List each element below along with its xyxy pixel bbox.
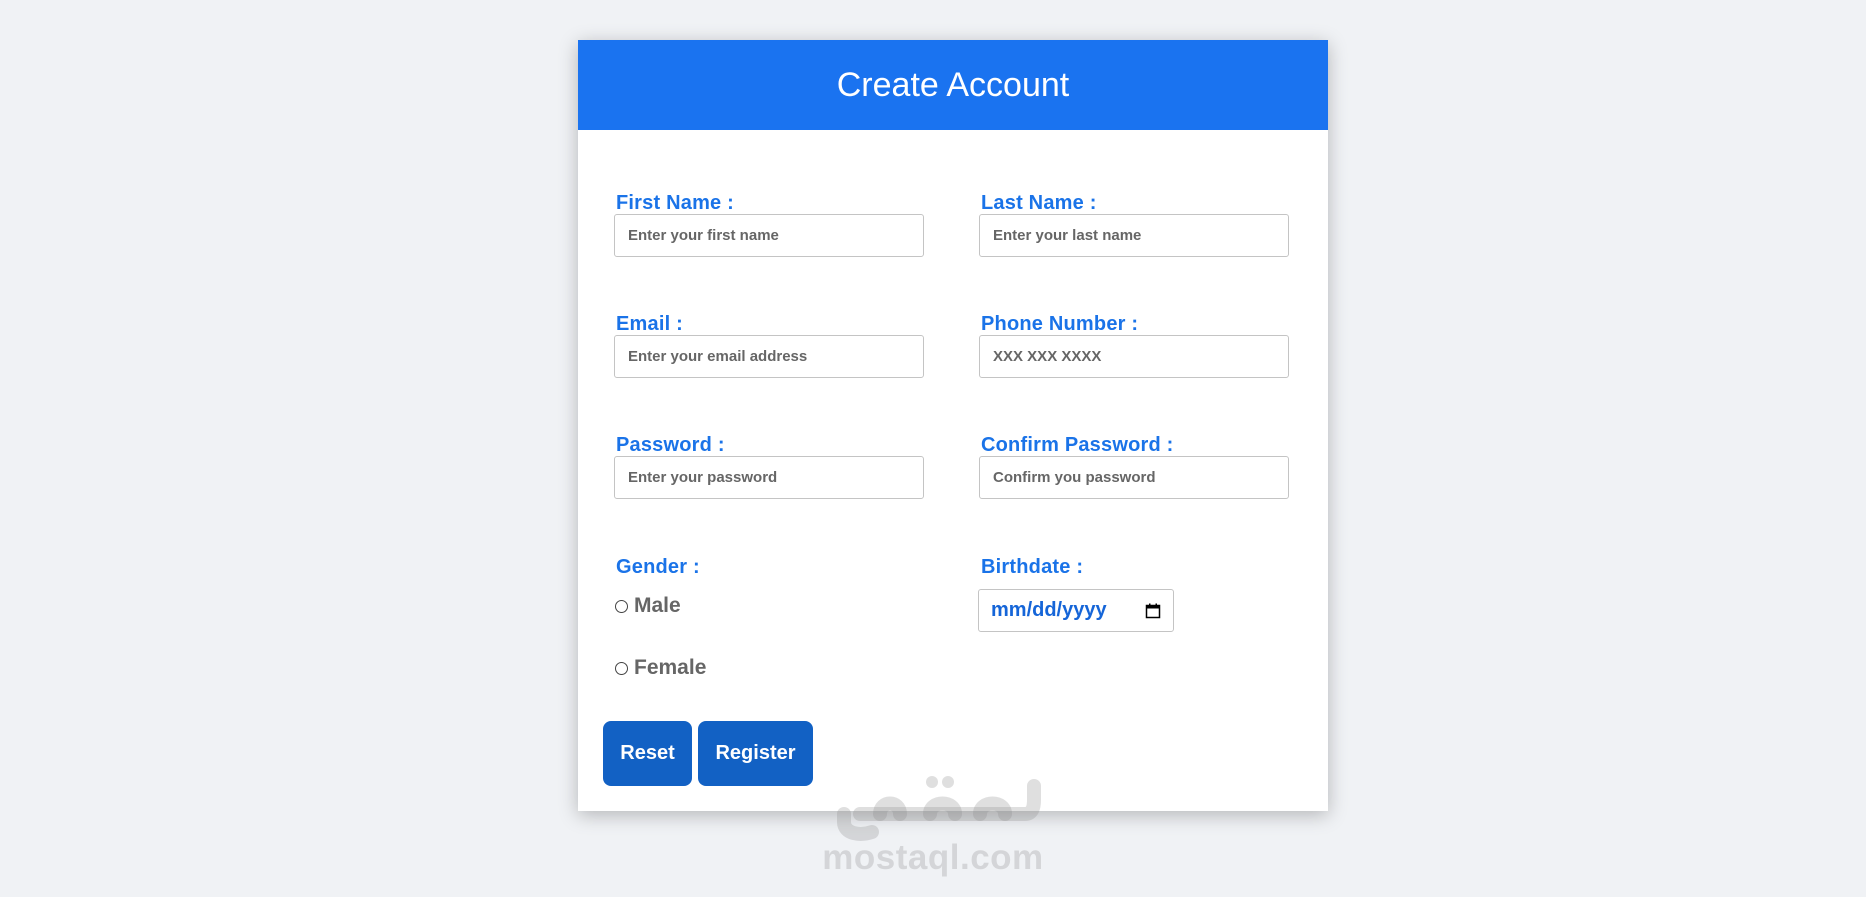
phone-input[interactable] [979,335,1289,378]
gender-label: Gender : [616,556,700,578]
page-title: Create Account [836,65,1070,104]
birthdate-label: Birthdate : [981,556,1084,578]
male-radio[interactable] [615,599,628,613]
phone-label: Phone Number : [981,313,1139,335]
password-input[interactable] [614,456,924,499]
password-label: Password : [616,434,725,456]
birthdate-input[interactable]: mm/dd/yyyy [978,589,1174,632]
confirm-password-label: Confirm Password : [981,434,1174,456]
male-radio-label: Male [634,594,681,617]
female-radio-label: Female [634,656,707,679]
registration-card: Create Account First Name : Last Name : … [578,40,1328,811]
birthdate-placeholder: mm/dd/yyyy [991,599,1107,621]
reset-button[interactable]: Reset [603,721,692,786]
first-name-label: First Name : [616,192,734,214]
gender-option-male[interactable]: Male [615,594,681,618]
email-input[interactable] [614,335,924,378]
register-button[interactable]: Register [698,721,813,786]
calendar-icon[interactable] [1145,603,1161,619]
gender-option-female[interactable]: Female [615,656,706,680]
confirm-password-input[interactable] [979,456,1289,499]
female-radio[interactable] [615,661,628,675]
watermark-text: mostaql.com [822,838,1044,877]
last-name-input[interactable] [979,214,1289,257]
last-name-label: Last Name : [981,192,1097,214]
card-header: Create Account [578,40,1328,130]
email-label: Email : [616,313,683,335]
first-name-input[interactable] [614,214,924,257]
